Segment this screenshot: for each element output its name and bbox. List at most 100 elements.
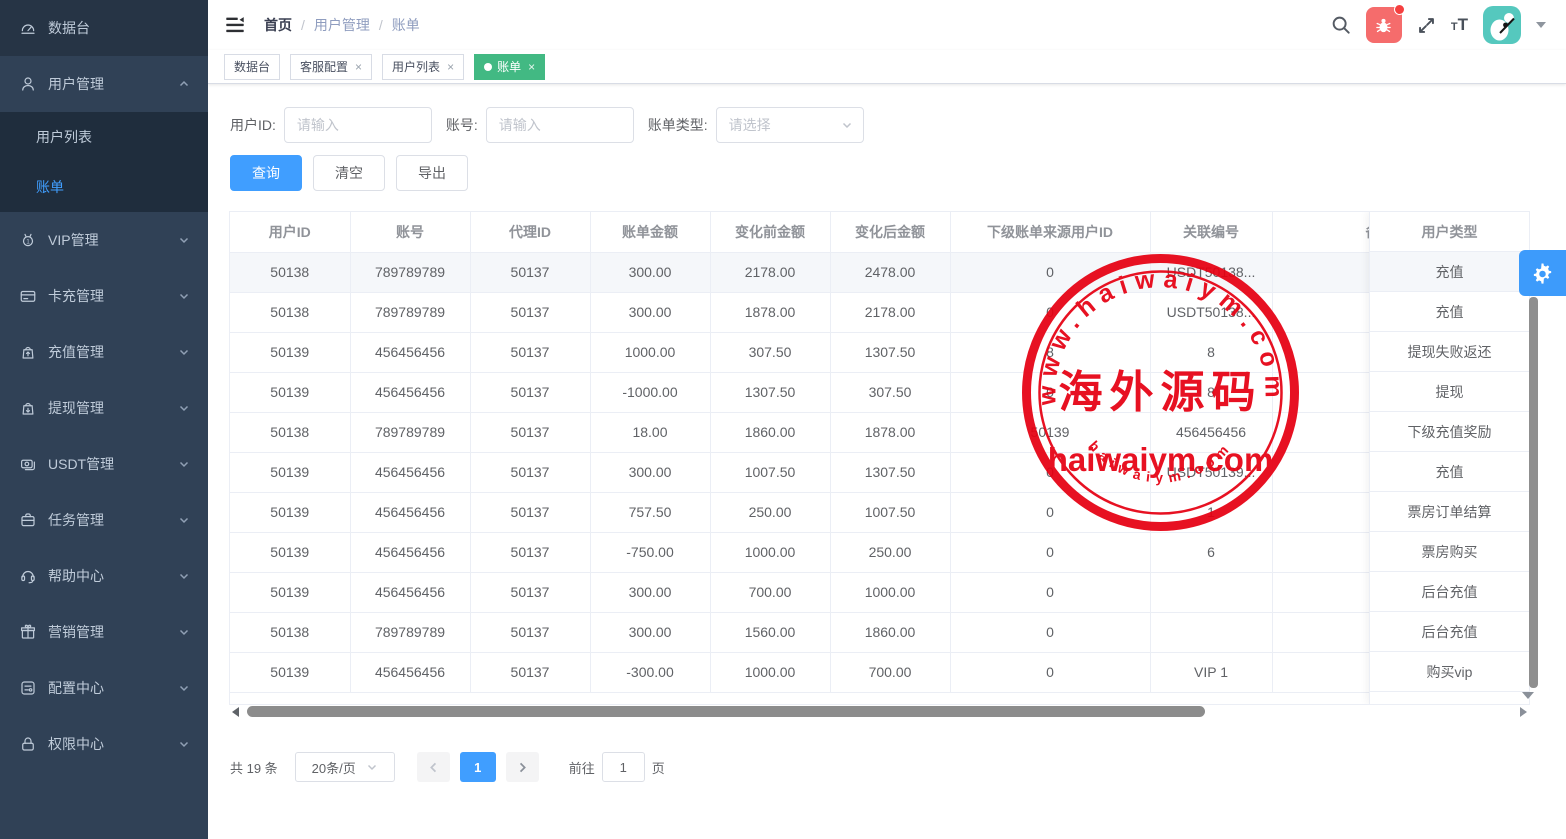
search-button[interactable]: 查询 [230, 155, 302, 191]
vertical-scrollbar[interactable] [1529, 297, 1538, 688]
scroll-left-arrow[interactable] [232, 707, 239, 717]
user-type-cell: 后台充值 [1370, 572, 1529, 612]
table-row[interactable]: 5013945645645650137-750.001000.00250.000… [230, 532, 1529, 572]
tab-bills[interactable]: 账单× [474, 54, 545, 80]
table-row[interactable]: 5013878978978950137300.002178.002478.000… [230, 252, 1529, 292]
marketing-icon [18, 622, 38, 642]
sidebar-item-recharge[interactable]: 充值管理 [0, 324, 208, 380]
close-tab-icon[interactable]: × [447, 61, 454, 73]
prev-page-button[interactable] [417, 752, 450, 782]
sidebar-item-user-list[interactable]: 用户列表 [0, 112, 208, 162]
account-input[interactable] [486, 107, 634, 143]
table-cell: 0 [950, 492, 1150, 532]
table-row[interactable]: 5013878978978950137300.001560.001860.000 [230, 612, 1529, 652]
table-cell: 50137 [470, 612, 590, 652]
table-row[interactable]: 5013945645645650137300.00700.001000.000 [230, 572, 1529, 612]
breadcrumb-item[interactable]: 账单 [392, 15, 420, 35]
table-cell: 700.00 [830, 652, 950, 692]
table-cell: 50139 [230, 492, 350, 532]
table-cell: 1860.00 [830, 612, 950, 652]
table-cell: 789789789 [350, 252, 470, 292]
sidebar-item-permission[interactable]: 权限中心 [0, 716, 208, 772]
goto-page-input[interactable] [602, 752, 645, 782]
sidebar-item-task[interactable]: 任务管理 [0, 492, 208, 548]
topbar-icons: TT [1331, 6, 1546, 44]
table-cell: 2478.00 [830, 252, 950, 292]
sidebar-item-vip[interactable]: 1VIP管理 [0, 212, 208, 268]
table-cell: 50138 [230, 612, 350, 652]
clear-button[interactable]: 清空 [313, 155, 385, 191]
table-cell: 0 [950, 652, 1150, 692]
table-cell: 456456456 [350, 332, 470, 372]
breadcrumb-separator: / [379, 17, 383, 33]
tab-dashboard[interactable]: 数据台 [224, 54, 280, 80]
sidebar-item-card-recharge[interactable]: 卡充管理 [0, 268, 208, 324]
table-cell: 1307.50 [710, 372, 830, 412]
table-row[interactable]: 501387897897895013718.001860.001878.0050… [230, 412, 1529, 452]
breadcrumb-item[interactable]: 首页 [264, 15, 292, 35]
horizontal-scroll-thumb[interactable] [247, 706, 1205, 717]
sidebar-item-marketing[interactable]: 营销管理 [0, 604, 208, 660]
scroll-down-arrow[interactable] [1522, 692, 1534, 699]
tab-service-config[interactable]: 客服配置× [290, 54, 372, 80]
table-cell: 456456456 [350, 532, 470, 572]
bug-button[interactable] [1366, 7, 1402, 43]
sidebar-item-bills[interactable]: 账单 [0, 162, 208, 212]
sidebar-item-withdraw[interactable]: 提现管理 [0, 380, 208, 436]
user-type-cell: 票房订单结算 [1370, 492, 1529, 532]
column-header: 下级账单来源用户ID [950, 212, 1150, 252]
user-menu-caret-icon[interactable] [1536, 22, 1546, 28]
close-tab-icon[interactable]: × [355, 61, 362, 73]
close-tab-icon[interactable]: × [528, 61, 535, 73]
export-button[interactable]: 导出 [396, 155, 468, 191]
search-icon[interactable] [1331, 15, 1351, 35]
table-cell: 50137 [470, 412, 590, 452]
user-id-input[interactable] [284, 107, 432, 143]
page-size-select[interactable]: 20条/页 [295, 752, 395, 782]
table-cell: 456456456 [350, 652, 470, 692]
usdt-icon [18, 454, 38, 474]
tab-user-list[interactable]: 用户列表× [382, 54, 464, 80]
chevron-down-icon [178, 682, 190, 694]
sidebar-item-dashboard[interactable]: 数据台 [0, 0, 208, 56]
active-tab-dot [484, 63, 492, 71]
breadcrumb-item[interactable]: 用户管理 [314, 15, 370, 35]
next-page-button[interactable] [506, 752, 539, 782]
table-cell: 1000.00 [710, 652, 830, 692]
recharge-icon [18, 342, 38, 362]
sidebar-item-help[interactable]: 帮助中心 [0, 548, 208, 604]
table-cell: 0 [950, 372, 1150, 412]
current-page-button[interactable]: 1 [460, 752, 496, 782]
table-row[interactable]: 50139456456456501371000.00307.501307.508… [230, 332, 1529, 372]
collapse-sidebar-icon[interactable] [224, 14, 246, 36]
table-row[interactable]: 5013945645645650137757.50250.001007.5001 [230, 492, 1529, 532]
table-cell: 50139 [230, 532, 350, 572]
fullscreen-icon[interactable] [1417, 16, 1436, 35]
sidebar: 数据台用户管理用户列表账单1VIP管理卡充管理充值管理提现管理USDT管理任务管… [0, 0, 208, 839]
sidebar-item-config[interactable]: 配置中心 [0, 660, 208, 716]
account-label: 账号: [446, 115, 478, 135]
settings-panel-button[interactable] [1519, 250, 1566, 296]
user-type-cell: 提现失败返还 [1370, 332, 1529, 372]
table-row[interactable]: 5013945645645650137-1000.001307.50307.50… [230, 372, 1529, 412]
table-cell: 50137 [470, 572, 590, 612]
fixed-user-type-column: 用户类型 充值充值提现失败返还提现下级充值奖励充值票房订单结算票房购买后台充值后… [1369, 212, 1529, 704]
sidebar-item-user-management[interactable]: 用户管理 [0, 56, 208, 112]
font-size-icon[interactable]: TT [1451, 15, 1468, 35]
table-row[interactable]: 5013945645645650137-300.001000.00700.000… [230, 652, 1529, 692]
bill-type-select[interactable]: 请选择 [716, 107, 864, 143]
avatar[interactable] [1483, 6, 1521, 44]
table-cell: 300.00 [590, 572, 710, 612]
table-cell: 2178.00 [830, 292, 950, 332]
table-row[interactable]: 5013945645645650137300.001007.501307.500… [230, 452, 1529, 492]
chevron-down-icon [178, 234, 190, 246]
scroll-right-arrow[interactable] [1520, 707, 1527, 717]
table-cell: 50137 [470, 492, 590, 532]
table-row[interactable]: 5013878978978950137300.001878.002178.000… [230, 292, 1529, 332]
sidebar-item-usdt[interactable]: USDT管理 [0, 436, 208, 492]
table-cell: 50138 [230, 412, 350, 452]
table-cell: 0 [950, 572, 1150, 612]
chevron-down-icon [841, 119, 853, 131]
table-cell: 8 [950, 332, 1150, 372]
horizontal-scrollbar[interactable] [230, 705, 1529, 718]
